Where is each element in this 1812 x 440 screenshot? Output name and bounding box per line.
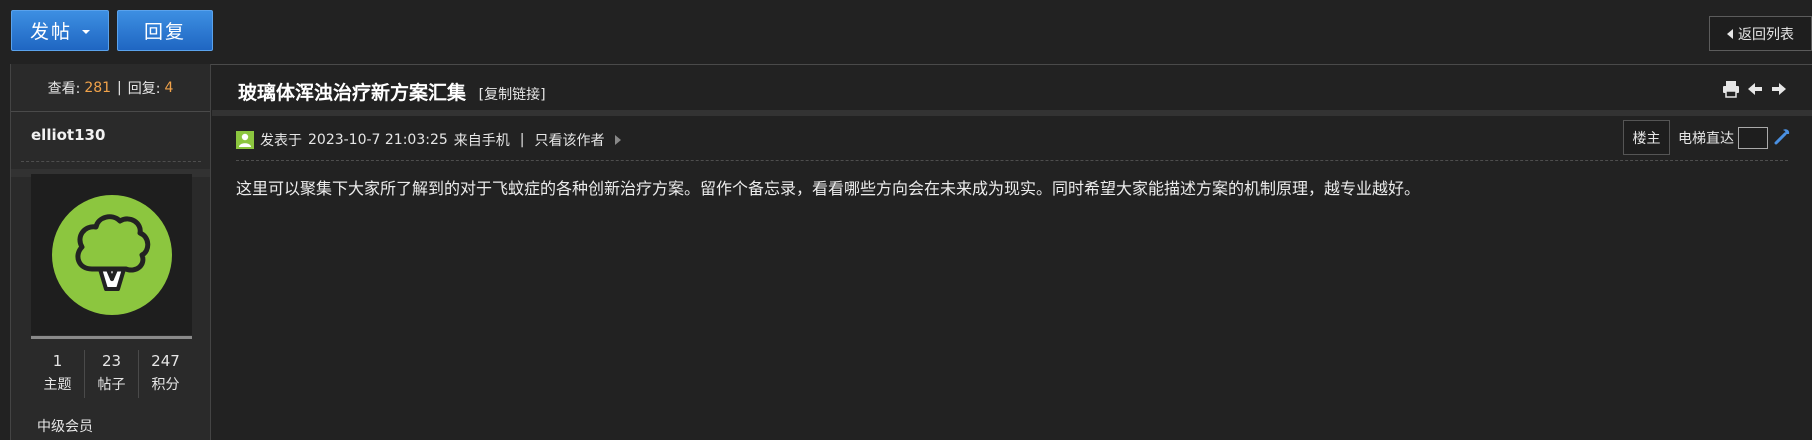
- avatar[interactable]: [31, 174, 192, 335]
- post-datetime: 2023-10-7 21:03:25: [308, 132, 448, 148]
- thread-stats: 查看: 281 | 回复: 4: [11, 64, 210, 111]
- thread-title-bar: 玻璃体浑浊治疗新方案汇集 [复制链接]: [212, 64, 1812, 111]
- author-stats: 1 主题 23 帖子 247 积分: [31, 350, 192, 398]
- chevron-down-icon: [82, 29, 90, 34]
- stats-separator: |: [117, 79, 122, 96]
- posted-prefix: 发表于: [260, 133, 302, 149]
- elevator-floor-input[interactable]: [1738, 126, 1768, 149]
- elevator-go-icon[interactable]: [1774, 127, 1792, 149]
- replies-count: 4: [164, 79, 174, 96]
- print-icon[interactable]: [1722, 80, 1740, 98]
- new-post-label: 发帖: [29, 21, 72, 43]
- stat-label: 主题: [43, 377, 72, 393]
- user-online-icon: [236, 131, 254, 149]
- post-meta: 发表于 2023-10-7 21:03:25 来自手机 | 只看该作者: [236, 128, 621, 152]
- caret-right-icon: [614, 135, 621, 145]
- stat-value: 1: [52, 352, 63, 370]
- author-name[interactable]: elliot130: [31, 126, 105, 144]
- author-sidebar: 查看: 281 | 回复: 4 elliot130 1 主题 23 帖子 247…: [10, 64, 211, 440]
- author-stat-threads[interactable]: 1 主题: [31, 350, 85, 398]
- post-source: 来自手机: [453, 133, 510, 149]
- copy-link-button[interactable]: [复制链接]: [479, 87, 546, 103]
- replies-label: 回复:: [127, 80, 161, 97]
- author-stat-posts[interactable]: 23 帖子: [85, 350, 139, 398]
- views-label: 查看:: [47, 80, 81, 97]
- back-to-list-label: 返回列表: [1738, 26, 1794, 43]
- author-stat-points[interactable]: 247 积分: [139, 350, 192, 398]
- only-author-link[interactable]: 只看该作者: [535, 130, 605, 150]
- back-to-list-button[interactable]: 返回列表: [1709, 16, 1812, 51]
- title-actions: [1722, 80, 1788, 98]
- elevator-label: 电梯直达: [1678, 130, 1734, 147]
- post-body: 这里可以聚集下大家所了解到的对于飞蚊症的各种创新治疗方案。留作个备忘录，看看哪些…: [236, 179, 1421, 198]
- stat-label: 帖子: [97, 377, 126, 393]
- reply-label: 回复: [143, 21, 186, 43]
- thread-title[interactable]: 玻璃体浑浊治疗新方案汇集: [238, 82, 466, 104]
- views-count: 281: [84, 79, 112, 96]
- meta-separator: |: [519, 132, 525, 148]
- stat-value: 23: [101, 352, 122, 370]
- new-post-button[interactable]: 发帖: [11, 10, 109, 51]
- reply-button[interactable]: 回复: [117, 10, 213, 51]
- divider: [212, 110, 1812, 116]
- stat-value: 247: [151, 352, 180, 370]
- floor-badge: 楼主: [1623, 120, 1670, 155]
- avatar-tree-icon: [51, 194, 172, 315]
- top-toolbar: 发帖 回复 返回列表: [0, 0, 1812, 64]
- caret-left-icon: [1727, 28, 1733, 39]
- previous-thread-icon[interactable]: [1746, 80, 1764, 98]
- avatar-underline: [31, 336, 192, 339]
- next-thread-icon[interactable]: [1770, 80, 1788, 98]
- divider: [236, 160, 1788, 161]
- page-title: 玻璃体浑浊治疗新方案汇集 [复制链接]: [238, 78, 546, 105]
- post-floor-tools: 楼主 电梯直达: [1623, 119, 1792, 156]
- author-rank: 中级会员: [37, 419, 93, 435]
- divider: [11, 111, 210, 112]
- stat-label: 积分: [151, 377, 180, 393]
- divider: [21, 161, 201, 162]
